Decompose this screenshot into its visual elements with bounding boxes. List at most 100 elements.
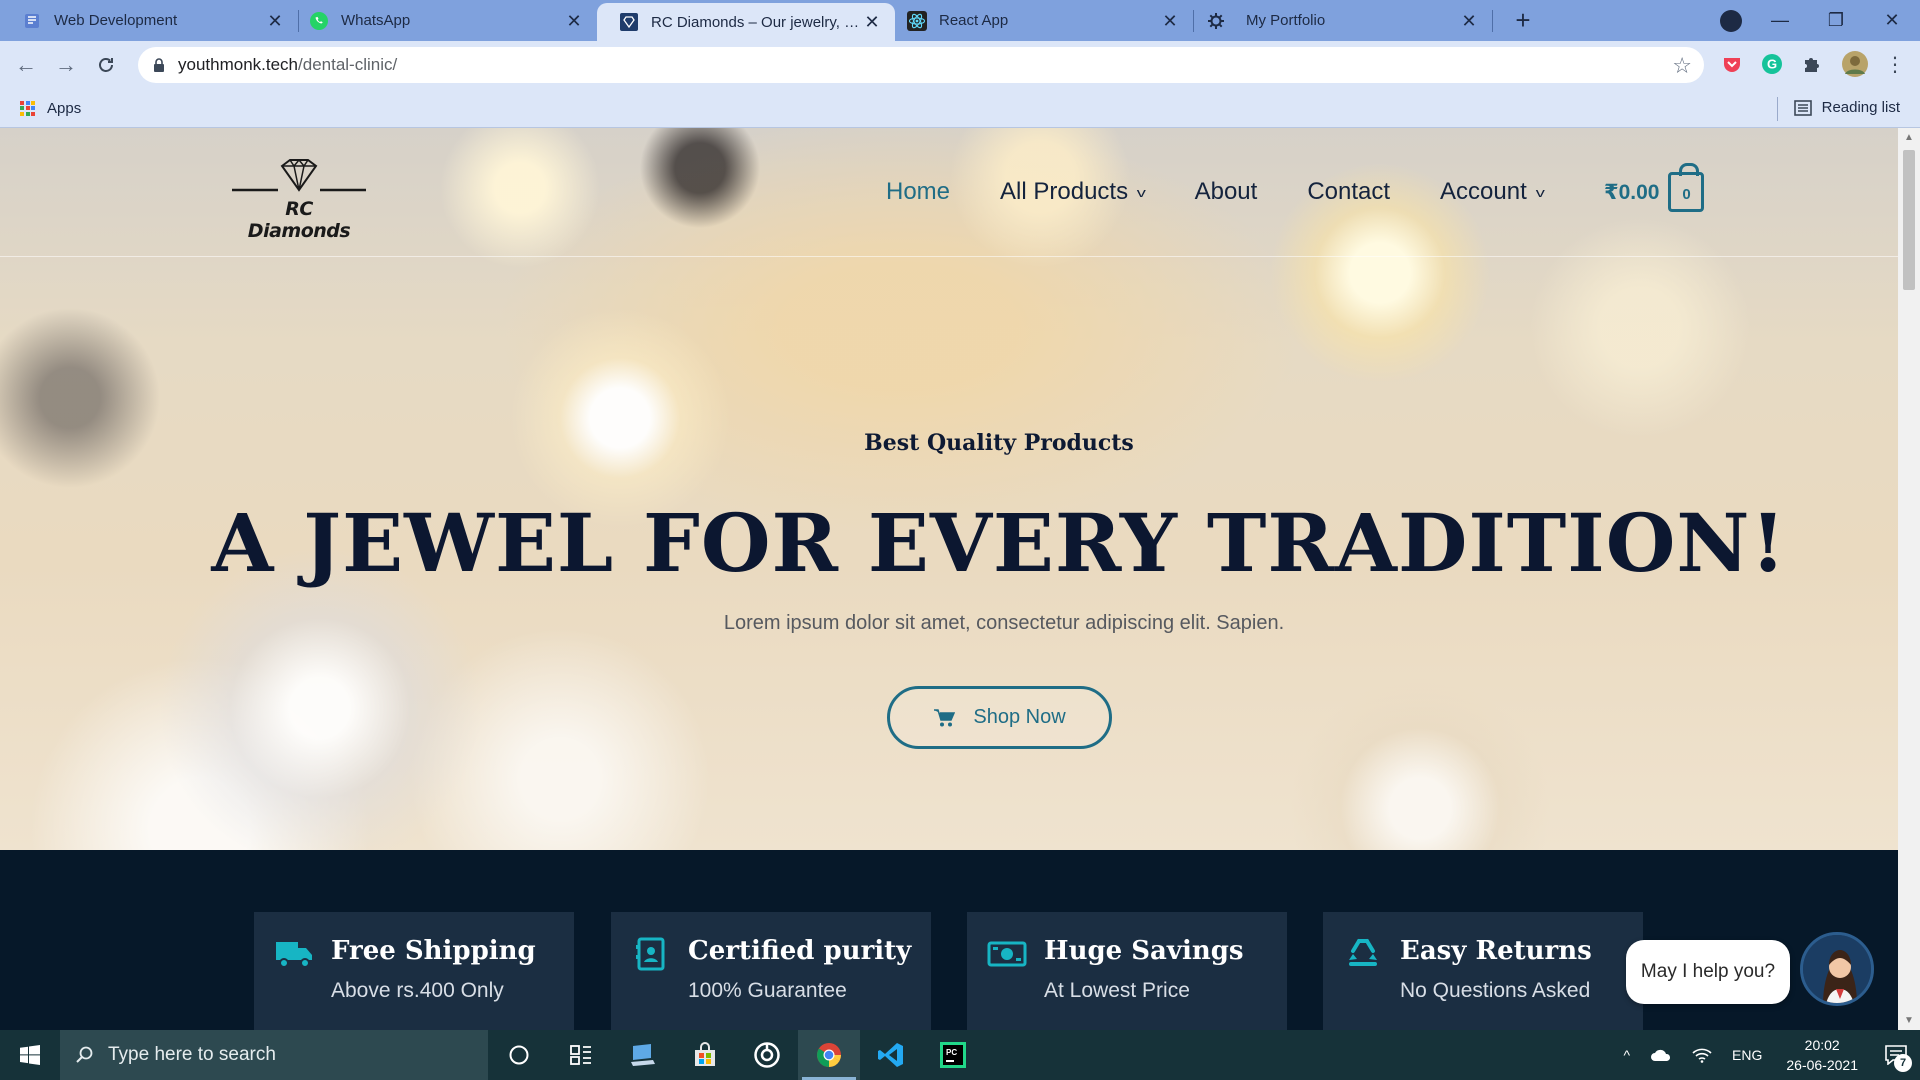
task-view-button[interactable]	[550, 1030, 612, 1080]
onedrive-icon[interactable]	[1650, 1048, 1672, 1062]
grammarly-extension-icon[interactable]: G	[1759, 51, 1785, 77]
feature-subtitle: No Questions Asked	[1400, 979, 1591, 1002]
scroll-down-icon[interactable]: ▼	[1904, 1015, 1914, 1026]
new-tab-button[interactable]: +	[1503, 0, 1543, 41]
wifi-icon[interactable]	[1692, 1047, 1712, 1063]
diamond-logo-icon	[232, 158, 366, 192]
apps-shortcut[interactable]: Apps	[20, 100, 81, 117]
page-scrollbar[interactable]: ▲ ▼	[1898, 128, 1920, 1030]
tab-title: RC Diamonds – Our jewelry, your story	[651, 13, 863, 31]
profile-avatar[interactable]	[1840, 51, 1870, 77]
scroll-up-icon[interactable]: ▲	[1904, 132, 1914, 143]
svg-text:G: G	[1767, 57, 1777, 72]
scrollbar-thumb[interactable]	[1903, 150, 1915, 290]
chrome-icon	[817, 1043, 841, 1067]
restore-icon[interactable]: ❐	[1808, 0, 1864, 41]
taskbar-app-media[interactable]	[736, 1030, 798, 1080]
feature-subtitle: Above rs.400 Only	[331, 979, 504, 1002]
tab-search-icon[interactable]	[1720, 10, 1742, 32]
minimize-icon[interactable]: —	[1752, 0, 1808, 41]
reading-list-label: Reading list	[1821, 99, 1900, 116]
tab-my-portfolio[interactable]: My Portfolio ✕	[1194, 0, 1492, 41]
url-path: /dental-clinic/	[298, 55, 398, 74]
chat-prompt-bubble[interactable]: May I help you?	[1626, 940, 1790, 1004]
close-icon[interactable]: ✕	[1460, 12, 1478, 30]
taskbar-app-file-explorer[interactable]	[612, 1030, 674, 1080]
tab-rc-diamonds[interactable]: RC Diamonds – Our jewelry, your story ✕	[597, 3, 895, 41]
chat-assistant-avatar[interactable]	[1800, 932, 1874, 1006]
lock-icon	[154, 58, 164, 72]
url-host: youthmonk.tech	[178, 55, 299, 74]
cortana-button[interactable]	[488, 1030, 550, 1080]
vscode-icon	[878, 1043, 903, 1067]
nav-contact-label: Contact	[1307, 178, 1391, 205]
main-navigation: Home All Products v About Contact Account…	[886, 178, 1593, 206]
windows-taskbar: Type here to search PC ^ ENG 20:02 26-06…	[0, 1030, 1920, 1080]
diamond-favicon	[619, 12, 639, 32]
back-button[interactable]: ←	[6, 45, 46, 85]
notification-center-button[interactable]: 7	[1872, 1030, 1920, 1080]
pycharm-icon: PC	[940, 1042, 966, 1068]
hero-section: RC Diamonds Home All Products v About Con…	[0, 128, 1898, 850]
language-indicator[interactable]: ENG	[1732, 1047, 1762, 1063]
chevron-up-icon[interactable]: ^	[1623, 1047, 1630, 1063]
system-tray: ^ ENG 20:02 26-06-2021 7	[1613, 1030, 1920, 1080]
nav-account[interactable]: Account v	[1440, 178, 1545, 206]
taskbar-search-box[interactable]: Type here to search	[60, 1030, 488, 1080]
address-bar[interactable]: youthmonk.tech /dental-clinic/ ☆	[138, 47, 1704, 83]
site-logo[interactable]: RC Diamonds	[232, 158, 366, 242]
extensions-puzzle-icon[interactable]	[1799, 51, 1825, 77]
recycle-icon	[1343, 936, 1383, 972]
taskbar-app-vscode[interactable]	[860, 1030, 922, 1080]
close-icon[interactable]: ✕	[863, 13, 881, 31]
chat-prompt-text: May I help you?	[1640, 961, 1776, 982]
react-icon	[907, 10, 927, 31]
forward-button[interactable]: →	[46, 45, 86, 85]
feature-title: Huge Savings	[1044, 936, 1244, 966]
nav-all-products[interactable]: All Products v	[1000, 178, 1146, 206]
cart-count: 0	[1682, 185, 1691, 203]
tab-title: Web Development	[54, 12, 178, 29]
reload-button[interactable]	[86, 45, 126, 85]
nav-home[interactable]: Home	[886, 178, 950, 206]
tab-whatsapp[interactable]: WhatsApp ✕	[299, 0, 597, 41]
pocket-extension-icon[interactable]	[1719, 51, 1745, 77]
taskbar-clock[interactable]: 20:02 26-06-2021	[1786, 1035, 1858, 1075]
store-icon	[695, 1042, 715, 1066]
tab-react-app[interactable]: React App ✕	[895, 0, 1193, 41]
money-icon	[987, 936, 1027, 972]
taskbar-app-store[interactable]	[674, 1030, 736, 1080]
shop-now-button[interactable]: Shop Now	[887, 686, 1112, 749]
bookmarks-bar: Apps Reading list	[0, 89, 1920, 128]
tab-web-development[interactable]: Web Development ✕	[0, 0, 298, 41]
windows-start-button[interactable]	[0, 1030, 60, 1080]
feature-card-huge-savings: Huge Savings At Lowest Price	[967, 912, 1287, 1032]
web-page: RC Diamonds Home All Products v About Con…	[0, 128, 1898, 1030]
close-icon[interactable]: ✕	[565, 12, 583, 30]
site-header: RC Diamonds Home All Products v About Con…	[0, 128, 1898, 257]
browser-tabbar: Web Development ✕ WhatsApp ✕ RC Diamonds…	[0, 0, 1920, 41]
close-window-icon[interactable]: ✕	[1864, 0, 1920, 41]
bookmark-star-icon[interactable]: ☆	[1672, 53, 1692, 79]
feature-subtitle: At Lowest Price	[1044, 979, 1190, 1002]
clock-date: 26-06-2021	[1786, 1057, 1858, 1073]
nav-home-label: Home	[886, 178, 951, 205]
browser-toolbar: ← → youthmonk.tech /dental-clinic/ ☆	[0, 41, 1920, 89]
taskbar-app-pycharm[interactable]: PC	[922, 1030, 984, 1080]
feature-card-free-shipping: Free Shipping Above rs.400 Only	[254, 912, 574, 1032]
taskbar-app-chrome[interactable]	[798, 1030, 860, 1080]
windows-logo-icon	[20, 1045, 40, 1065]
cart-button[interactable]: ₹0.00 0	[1604, 163, 1705, 212]
nav-about[interactable]: About	[1195, 178, 1258, 206]
tab-title: React App	[939, 12, 1009, 29]
whatsapp-icon	[309, 11, 329, 31]
search-icon	[76, 1046, 94, 1064]
page-icon	[22, 11, 42, 31]
task-view-icon	[570, 1045, 591, 1065]
nav-account-label: Account	[1440, 178, 1527, 205]
close-icon[interactable]: ✕	[1161, 12, 1179, 30]
nav-contact[interactable]: Contact	[1307, 178, 1390, 206]
chrome-menu-icon[interactable]: ⋮	[1882, 51, 1908, 77]
close-icon[interactable]: ✕	[266, 12, 284, 30]
reading-list-button[interactable]: Reading list	[1793, 99, 1900, 116]
